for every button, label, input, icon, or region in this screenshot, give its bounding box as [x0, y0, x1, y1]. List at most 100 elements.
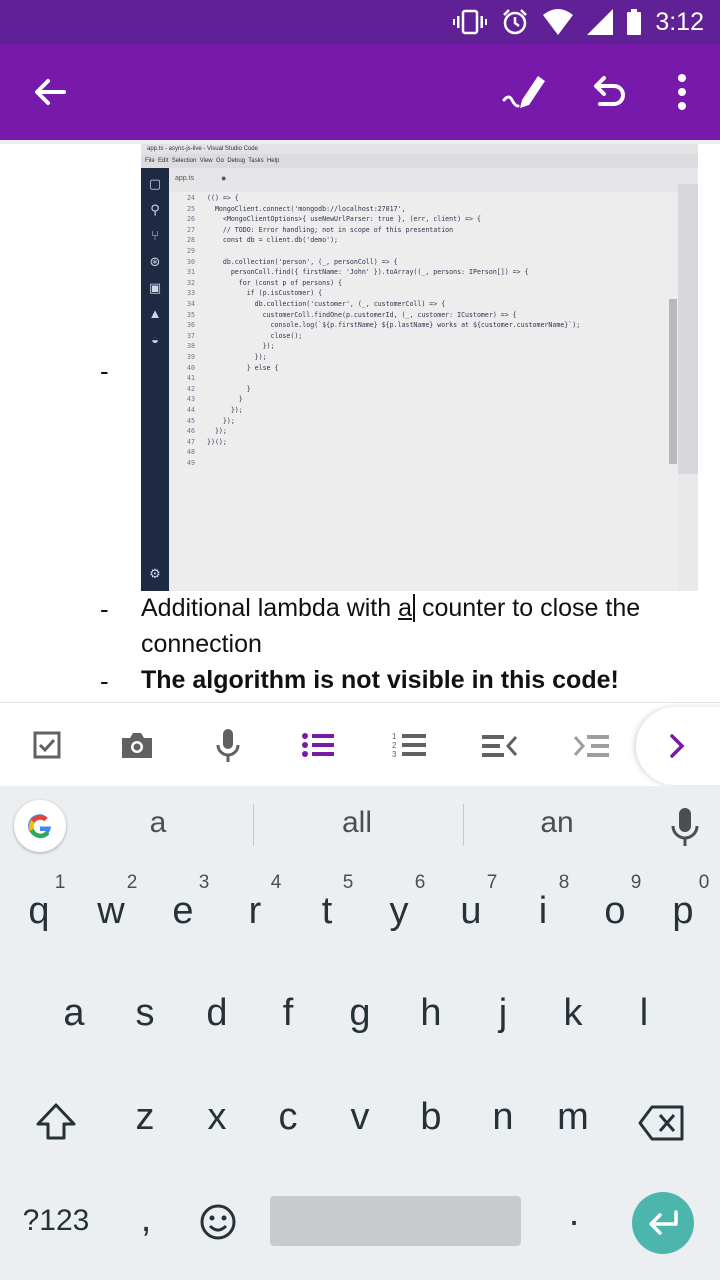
code-line: 29: [169, 247, 207, 258]
debug-icon: ⊛: [149, 254, 161, 269]
suggestion-1[interactable]: a: [68, 806, 248, 840]
key-l[interactable]: l: [614, 992, 674, 1035]
battery-icon: [627, 9, 642, 35]
code-text: }: [207, 384, 251, 393]
vs-minimap: [678, 184, 698, 474]
line-number: 33: [187, 289, 195, 298]
key-p[interactable]: p: [653, 890, 713, 933]
key-q[interactable]: q: [9, 890, 69, 933]
key-d[interactable]: d: [187, 992, 247, 1035]
line-number: 49: [187, 459, 195, 467]
period-key[interactable]: .: [546, 1192, 602, 1235]
symbols-key[interactable]: ?123: [14, 1204, 98, 1238]
key-a[interactable]: a: [44, 992, 104, 1035]
key-r[interactable]: r: [225, 890, 285, 933]
note-page[interactable]: - app.ts - async-js-live - Visual Studio…: [0, 140, 720, 702]
code-text: db.collection('person', (_, personColl) …: [207, 257, 398, 266]
key-y[interactable]: y: [369, 890, 429, 933]
vs-menu-item: Tasks: [248, 158, 264, 164]
key-m[interactable]: m: [543, 1096, 603, 1139]
embedded-code-screenshot[interactable]: app.ts - async-js-live - Visual Studio C…: [141, 144, 698, 591]
svg-text:2: 2: [392, 741, 397, 750]
numbered-list-icon[interactable]: 123: [390, 725, 430, 765]
vs-menu-item: Debug: [227, 158, 246, 164]
bullet-dash: -: [100, 594, 109, 624]
azure-icon: ▲: [148, 306, 162, 321]
voice-input-icon[interactable]: [668, 806, 702, 850]
microphone-icon[interactable]: [208, 725, 248, 765]
key-c[interactable]: c: [258, 1096, 318, 1139]
vs-activity-bar: ▢ ⚲ ⑂ ⊛ ▣ ▲ ◒ ⚙: [141, 168, 169, 591]
note-line-2[interactable]: connection: [141, 626, 262, 662]
vs-scrollbar: [669, 299, 677, 464]
key-s[interactable]: s: [115, 992, 175, 1035]
enter-key[interactable]: [632, 1192, 694, 1254]
indent-icon[interactable]: [571, 725, 611, 765]
key-x[interactable]: x: [187, 1096, 247, 1139]
key-f[interactable]: f: [258, 992, 318, 1035]
vs-menu-item: Selection: [171, 158, 197, 164]
code-line: 26 <MongoClientOptions>{ useNewUrlParser…: [169, 215, 481, 226]
key-b[interactable]: b: [401, 1096, 461, 1139]
undo-icon[interactable]: [588, 72, 628, 112]
line-number: 39: [187, 353, 195, 361]
key-e[interactable]: e: [153, 890, 213, 933]
line-number: 36: [187, 321, 195, 330]
emoji-icon[interactable]: [198, 1202, 238, 1242]
checkbox-icon[interactable]: [27, 725, 67, 765]
camera-icon[interactable]: [117, 725, 157, 765]
note-line-1[interactable]: Additional lambda with a counter to clos…: [141, 590, 640, 626]
line-number: 28: [187, 236, 195, 245]
key-n[interactable]: n: [473, 1096, 533, 1139]
note-line-3[interactable]: The algorithm is not visible in this cod…: [141, 662, 619, 698]
key-j[interactable]: j: [473, 992, 533, 1035]
note-text-segment: Additional lambda with: [141, 594, 399, 622]
arrow-left-icon[interactable]: [30, 72, 70, 112]
code-text: }: [207, 395, 243, 404]
vs-menu-item: File: [145, 158, 155, 164]
google-logo-icon[interactable]: [14, 800, 66, 852]
key-g[interactable]: g: [330, 992, 390, 1035]
code-text: });: [207, 353, 267, 361]
more-vert-icon[interactable]: [668, 72, 696, 112]
comma-key[interactable]: ,: [118, 1198, 174, 1241]
bullet-list-icon[interactable]: [298, 725, 338, 765]
code-line: 45 });: [169, 417, 235, 428]
settings-gear-icon: ⚙: [149, 566, 161, 581]
line-number: 27: [187, 225, 195, 234]
line-number: 31: [187, 268, 195, 277]
code-line: 36 console.log(`${p.firstName} ${p.lastN…: [169, 321, 580, 332]
google-g-icon: [28, 814, 51, 839]
key-v[interactable]: v: [330, 1096, 390, 1139]
line-number: 34: [187, 300, 195, 308]
code-line: 39 });: [169, 353, 267, 364]
suggestion-2[interactable]: all: [267, 806, 447, 840]
shift-icon[interactable]: [34, 1100, 78, 1144]
key-o[interactable]: o: [585, 890, 645, 933]
code-text: });: [207, 342, 275, 351]
line-number: 40: [187, 363, 195, 372]
line-number: 48: [187, 448, 195, 457]
alarm-icon: [503, 9, 528, 35]
status-time: 3:12: [655, 7, 704, 36]
line-number: 32: [187, 278, 195, 287]
line-number: 38: [187, 342, 195, 351]
key-u[interactable]: u: [441, 890, 501, 933]
space-key[interactable]: [270, 1196, 521, 1246]
key-h[interactable]: h: [401, 992, 461, 1035]
vs-menu-item: Go: [215, 158, 224, 164]
outdent-icon[interactable]: [480, 725, 520, 765]
code-line: 42 }: [169, 385, 251, 396]
key-i[interactable]: i: [513, 890, 573, 933]
more-formatting-button[interactable]: [636, 707, 720, 785]
key-z[interactable]: z: [115, 1096, 175, 1139]
draw-pen-icon[interactable]: [500, 70, 548, 112]
code-line: 25 MongoClient.connect('mongodb://localh…: [169, 205, 405, 216]
key-w[interactable]: w: [81, 890, 141, 933]
vibrate-icon: [453, 9, 488, 35]
vs-window-title: app.ts - async-js-live - Visual Studio C…: [141, 144, 698, 154]
backspace-icon[interactable]: [638, 1104, 686, 1142]
key-t[interactable]: t: [297, 890, 357, 933]
key-k[interactable]: k: [543, 992, 603, 1035]
suggestion-3[interactable]: an: [467, 806, 647, 840]
